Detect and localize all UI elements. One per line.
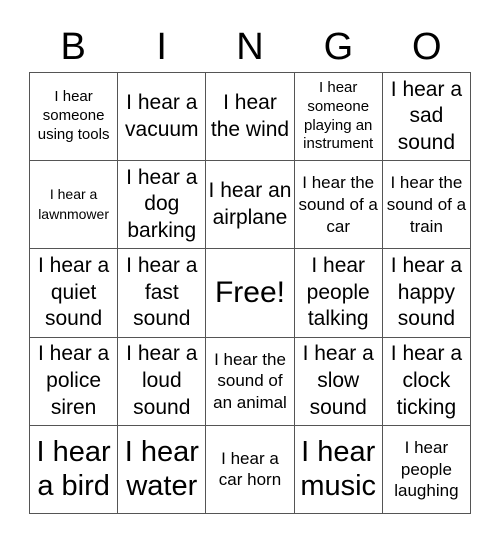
bingo-cell[interactable]: I hear the sound of a car [294, 161, 383, 250]
bingo-cell[interactable]: I hear a car horn [206, 425, 295, 514]
bingo-cell[interactable]: I hear someone using tools [30, 73, 119, 162]
bingo-cell[interactable]: I hear a slow sound [294, 337, 383, 426]
header-letter-i: I [156, 26, 167, 68]
bingo-cell[interactable]: I hear a clock ticking [382, 337, 471, 426]
bingo-cell[interactable]: I hear the wind [206, 73, 295, 162]
bingo-cell[interactable]: I hear people talking [294, 249, 383, 338]
free-space-cell[interactable]: Free! [206, 249, 295, 338]
bingo-grid: I hear someone using tools I hear a vacu… [29, 72, 471, 514]
bingo-cell[interactable]: I hear someone playing an instrument [294, 73, 383, 162]
bingo-cell[interactable]: I hear water [118, 425, 207, 514]
bingo-cell[interactable]: I hear a happy sound [382, 249, 471, 338]
bingo-cell[interactable]: I hear the sound of a train [382, 161, 471, 250]
bingo-cell[interactable]: I hear a vacuum [118, 73, 207, 162]
bingo-cell[interactable]: I hear a bird [30, 425, 119, 514]
bingo-cell[interactable]: I hear an airplane [206, 161, 295, 250]
bingo-cell[interactable]: I hear a police siren [30, 337, 119, 426]
bingo-cell[interactable]: I hear a lawnmower [30, 161, 119, 250]
header-letter-b: B [60, 26, 86, 68]
bingo-cell[interactable]: I hear a quiet sound [30, 249, 119, 338]
bingo-header: B I N G O [29, 22, 471, 72]
bingo-cell[interactable]: I hear a fast sound [118, 249, 207, 338]
bingo-cell[interactable]: I hear a dog barking [118, 161, 207, 250]
header-letter-o: O [412, 26, 442, 68]
bingo-cell[interactable]: I hear people laughing [382, 425, 471, 514]
bingo-cell[interactable]: I hear music [294, 425, 383, 514]
bingo-cell[interactable]: I hear the sound of an animal [206, 337, 295, 426]
bingo-cell[interactable]: I hear a sad sound [382, 73, 471, 162]
bingo-cell[interactable]: I hear a loud sound [118, 337, 207, 426]
header-letter-g: G [323, 26, 354, 68]
header-letter-n: N [236, 26, 264, 68]
